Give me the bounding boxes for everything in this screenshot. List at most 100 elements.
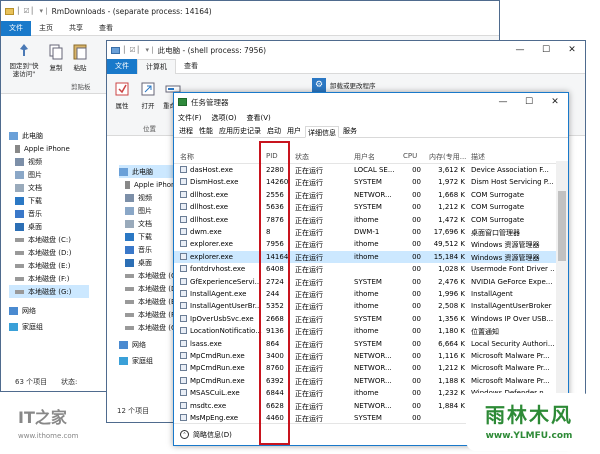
table-row[interactable]: InstallAgentUserBr... 5352 正在运行 ithome 00 2,5… [174, 300, 556, 312]
column-memory[interactable]: 内存(专用... [429, 152, 466, 162]
tab-file[interactable]: 文件 [1, 20, 31, 36]
table-row[interactable]: fontdrvhost.exe 6408 正在运行 00 1,028 K Usermode… [174, 263, 556, 275]
pin-quick-access-button[interactable]: 固定到"快速访问" [7, 42, 41, 78]
process-description: Windows 资源管理器 [471, 253, 540, 262]
tab-share[interactable]: 共享 [61, 21, 91, 36]
tab-app-history[interactable]: 应用历史记录 [217, 125, 263, 137]
process-name-text: MsMpEng.exe [190, 414, 239, 422]
nav-this-pc[interactable]: 此电脑 [9, 129, 89, 142]
navigation-pane: 此电脑 Apple iPhone 视频 图片 文档 下载 音乐 桌面 本地磁盘 … [9, 129, 89, 333]
table-row[interactable]: MpCmdRun.exe 8760 正在运行 NETWOR... 00 1,212 K Mi… [174, 362, 556, 374]
process-memory: 15,184 K [433, 252, 465, 261]
tab-view[interactable]: 查看 [91, 21, 121, 36]
tab-computer[interactable]: 计算机 [137, 58, 176, 74]
phone-icon [15, 144, 20, 153]
minimize-button[interactable]: — [507, 41, 533, 59]
nav-documents[interactable]: 文档 [9, 181, 89, 194]
tab-processes[interactable]: 进程 [177, 125, 195, 137]
process-name: dwm.exe [180, 228, 264, 236]
nav-drive-d[interactable]: 本地磁盘 (D:) [9, 246, 89, 259]
scroll-thumb[interactable] [558, 191, 566, 261]
process-name-text: MpCmdRun.exe [190, 364, 245, 373]
menu-file[interactable]: 文件(F) [178, 113, 202, 123]
chevron-up-icon[interactable]: ⌃ [180, 430, 189, 439]
table-row[interactable]: dwm.exe 8 正在运行 DWM-1 00 17,696 K 桌面窗口管理器 [174, 226, 556, 238]
process-status: 正在运行 [295, 179, 323, 188]
process-cpu: 00 [412, 166, 421, 174]
title-bar[interactable]: ▏☑ ▏ ▾ | RmDownloads - (separate process… [1, 1, 499, 21]
process-description: COM Surrogate [471, 203, 525, 212]
column-username[interactable]: 用户名 [354, 152, 375, 162]
paste-button[interactable]: 粘贴 [71, 42, 89, 72]
tab-file[interactable]: 文件 [107, 58, 137, 74]
table-row[interactable]: IpOverUsbSvc.exe 2668 正在运行 SYSTEM 00 1,356 KW… [174, 313, 556, 325]
table-row[interactable]: explorer.exe 7956 正在运行 ithome 00 49,512 K Wind… [174, 238, 556, 250]
nav-drive-g[interactable]: 本地磁盘 (G:) [9, 285, 89, 298]
tab-performance[interactable]: 性能 [197, 125, 215, 137]
process-user: SYSTEM [354, 314, 382, 323]
process-memory: 49,512 K [433, 240, 465, 249]
video-icon [15, 157, 24, 166]
nav-drive-f[interactable]: 本地磁盘 (F:) [9, 272, 89, 285]
process-cpu: 00 [412, 228, 421, 236]
uninstall-program-button[interactable]: ⚙ 卸载或更改程序 [312, 78, 376, 92]
column-status[interactable]: 状态 [295, 152, 309, 162]
tab-details[interactable]: 详细信息 [305, 126, 339, 138]
drive-icon [125, 299, 134, 304]
tab-home[interactable]: 主页 [31, 21, 61, 36]
title-bar[interactable]: 任务管理器 — ☐ ✕ [174, 93, 568, 111]
process-user: ithome [354, 389, 379, 398]
fewer-details-link[interactable]: 简略信息(D) [193, 430, 232, 440]
picture-icon [15, 170, 24, 179]
nav-drive-c[interactable]: 本地磁盘 (C:) [9, 233, 89, 246]
menu-options[interactable]: 选项(O) [212, 113, 237, 123]
table-row[interactable]: InstallAgent.exe 244 正在运行 ithome 00 1,996 K In… [174, 288, 556, 300]
table-row[interactable]: dllhost.exe 2556 正在运行 NETWOR... 00 1,668 K COM… [174, 189, 556, 201]
close-button[interactable]: ✕ [559, 41, 585, 59]
process-user: SYSTEM [354, 178, 382, 187]
table-row[interactable]: LocationNotificatio... 9136 正在运行 ithome 00 1,… [174, 325, 556, 337]
nav-downloads[interactable]: 下载 [9, 194, 89, 207]
column-cpu[interactable]: CPU [403, 152, 417, 160]
process-icon [180, 364, 187, 372]
title-bar[interactable]: ▏☑ ▏ ▾ | 此电脑 - (shell process: 7956) — ☐… [107, 41, 585, 59]
close-button[interactable]: ✕ [542, 93, 568, 111]
process-memory: 1,996 K [438, 290, 465, 298]
table-row[interactable]: MpCmdRun.exe 3400 正在运行 NETWOR... 00 1,116 K Mi… [174, 350, 556, 362]
table-row[interactable]: MpCmdRun.exe 6392 正在运行 NETWOR... 00 1,188 K Mi… [174, 375, 556, 387]
maximize-button[interactable]: ☐ [533, 41, 559, 59]
table-row[interactable]: dllhost.exe 5636 正在运行 SYSTEM 00 1,212 K COM Su… [174, 201, 556, 213]
process-icon [180, 314, 187, 322]
open-button[interactable]: 打开 [139, 80, 157, 110]
column-description[interactable]: 描述 [471, 152, 485, 162]
nav-desktop[interactable]: 桌面 [9, 220, 89, 233]
table-row[interactable]: DismHost.exe 14260 正在运行 SYSTEM 00 1,972 K Dism… [174, 176, 556, 188]
table-row[interactable]: lsass.exe 864 正在运行 SYSTEM 00 6,664 K Local Sec… [174, 338, 556, 350]
nav-drive-e[interactable]: 本地磁盘 (E:) [9, 259, 89, 272]
open-icon [141, 82, 155, 96]
table-row[interactable]: dllhost.exe 7876 正在运行 ithome 00 1,472 K COM Su… [174, 214, 556, 226]
minimize-button[interactable]: — [490, 93, 516, 111]
nav-pictures[interactable]: 图片 [9, 168, 89, 181]
ylmf-url: www.YLMFU.com [485, 431, 573, 441]
table-row[interactable]: dasHost.exe 2280 正在运行 LOCAL SE... 00 3,612 KD… [174, 164, 556, 176]
tab-users[interactable]: 用户 [285, 125, 303, 137]
tab-startup[interactable]: 启动 [265, 125, 283, 137]
drive-icon [125, 312, 134, 317]
table-row[interactable]: GfExperienceServi... 2724 正在运行 SYSTEM 00 2,47… [174, 276, 556, 288]
table-row[interactable]: explorer.exe 14164 正在运行 ithome 00 15,184 K Win… [174, 250, 556, 264]
nav-network[interactable]: 网络 [9, 304, 89, 317]
menu-view[interactable]: 查看(V) [246, 113, 270, 123]
vertical-scrollbar[interactable] [556, 161, 568, 423]
process-status: 正在运行 [295, 291, 323, 299]
tab-services[interactable]: 服务 [341, 125, 359, 137]
column-name[interactable]: 名称 [180, 152, 194, 162]
maximize-button[interactable]: ☐ [516, 93, 542, 111]
nav-music[interactable]: 音乐 [9, 207, 89, 220]
properties-button[interactable]: 属性 [113, 80, 131, 110]
nav-homegroup[interactable]: 家庭组 [9, 320, 89, 333]
nav-apple-iphone[interactable]: Apple iPhone [9, 142, 89, 155]
nav-videos[interactable]: 视频 [9, 155, 89, 168]
tab-view[interactable]: 查看 [176, 59, 206, 74]
copy-button[interactable]: 复制 [47, 42, 65, 72]
